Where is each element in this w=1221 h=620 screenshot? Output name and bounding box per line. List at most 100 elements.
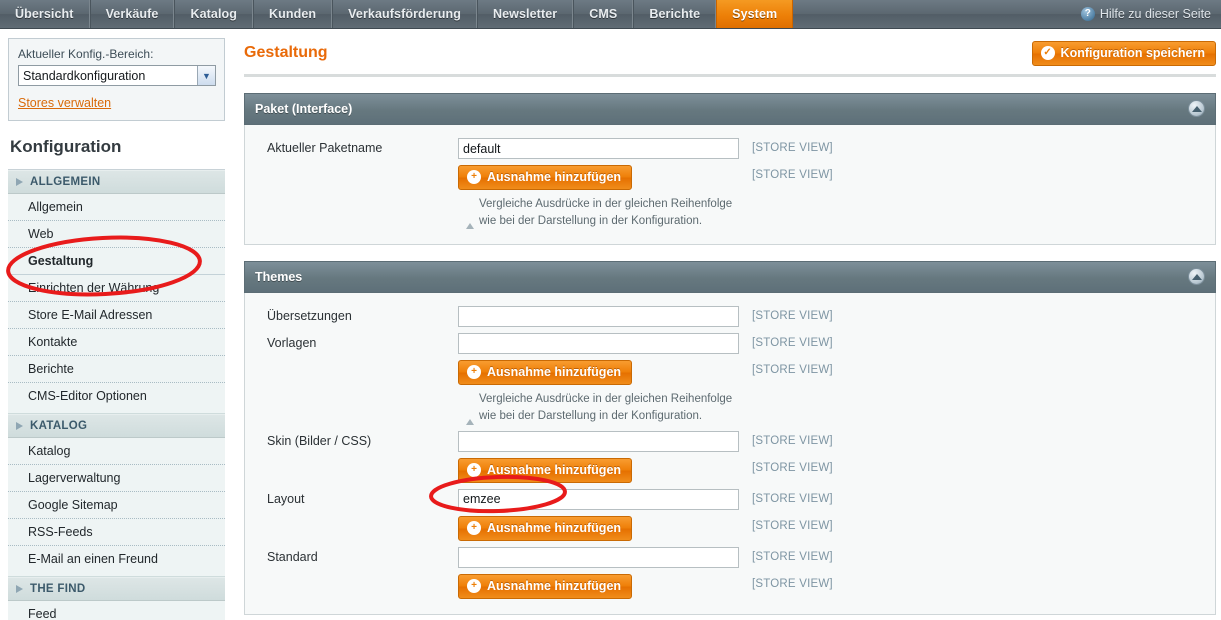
hint-triangle-icon <box>466 201 474 230</box>
field-label-empty <box>245 458 458 461</box>
add-exception-button[interactable]: + Ausnahme hinzufügen <box>458 515 633 541</box>
field-label: Skin (Bilder / CSS) <box>267 433 372 448</box>
help-link[interactable]: ? Hilfe zu dieser Seite <box>1080 0 1221 28</box>
vorlagen-input[interactable] <box>458 333 739 355</box>
nav-item-kunden[interactable]: Kunden <box>253 0 333 28</box>
add-exception-button[interactable]: + Ausnahme hinzufügen <box>458 165 633 190</box>
section-paket-interface-body: Aktueller Paketname [STORE VIEW] + Ausna… <box>244 125 1216 246</box>
nav-item-berichte[interactable]: Berichte <box>633 0 717 28</box>
sidebar-item-label: E-Mail an einen Freund <box>28 552 158 566</box>
sidebar-item-label: Web <box>28 227 54 241</box>
nav-group-label: ALLGEMEIN <box>30 176 101 188</box>
collapse-up-icon[interactable] <box>1188 268 1205 286</box>
section-themes-header[interactable]: Themes <box>244 261 1216 294</box>
field-label: Layout <box>267 491 305 506</box>
nav-group-the-find[interactable]: THE FIND <box>8 577 225 601</box>
field-hint-text: Vergleiche Ausdrücke in der gleichen Rei… <box>479 393 733 423</box>
layout-input[interactable] <box>458 488 739 510</box>
main-content: Gestaltung ✓ Konfiguration speichern Pak… <box>228 29 1221 620</box>
sidebar-item-berichte[interactable]: Berichte <box>8 356 225 383</box>
sidebar-item-web[interactable]: Web <box>8 221 225 248</box>
sidebar-item-email-an-einen-freund[interactable]: E-Mail an einen Freund <box>8 546 225 572</box>
field-row-standard: Standard [STORE VIEW] <box>245 544 1215 571</box>
nav-item-cms[interactable]: CMS <box>573 0 634 28</box>
field-row-layout-add-exception: + Ausnahme hinzufügen [STORE VIEW] <box>245 513 1215 544</box>
nav-group-katalog[interactable]: KATALOG <box>8 414 225 438</box>
standard-input[interactable] <box>458 546 739 568</box>
sidebar-item-store-email-adressen[interactable]: Store E-Mail Adressen <box>8 302 225 329</box>
field-label: Vorlagen <box>267 336 317 351</box>
sidebar-item-einrichten-der-waehrung[interactable]: Einrichten der Währung <box>8 275 225 302</box>
nav-item-label: Verkäufe <box>105 7 159 21</box>
add-exception-button-label: Ausnahme hinzufügen <box>487 520 622 535</box>
sidebar-item-lagerverwaltung[interactable]: Lagerverwaltung <box>8 465 225 492</box>
scope-tag: [STORE VIEW] <box>752 364 833 377</box>
hint-triangle-icon <box>466 396 474 425</box>
field-hint: Vergleiche Ausdrücke in der gleichen Rei… <box>458 385 743 425</box>
sidebar-item-cms-editor-optionen[interactable]: CMS-Editor Optionen <box>8 383 225 409</box>
nav-item-label: Verkaufsförderung <box>348 7 461 21</box>
sidebar-item-google-sitemap[interactable]: Google Sitemap <box>8 492 225 519</box>
nav-item-label: Katalog <box>190 7 238 21</box>
configuration-heading: Konfiguration <box>8 121 225 170</box>
page-title: Gestaltung <box>244 44 328 61</box>
scope-tag: [STORE VIEW] <box>752 550 833 563</box>
nav-item-label: CMS <box>589 7 618 21</box>
sidebar-item-feed[interactable]: Feed <box>8 601 225 620</box>
sidebar-item-kontakte[interactable]: Kontakte <box>8 329 225 356</box>
scope-tag: [STORE VIEW] <box>752 337 833 350</box>
nav-item-verkaufsfoerderung[interactable]: Verkaufsförderung <box>332 0 477 28</box>
add-exception-button-label: Ausnahme hinzufügen <box>487 578 622 593</box>
section-paket-interface-header[interactable]: Paket (Interface) <box>244 93 1216 125</box>
aktueller-paketname-input[interactable] <box>458 138 739 159</box>
collapse-up-icon[interactable] <box>1188 100 1205 117</box>
nav-item-newsletter[interactable]: Newsletter <box>477 0 574 28</box>
field-hint: Vergleiche Ausdrücke in der gleichen Rei… <box>458 190 743 230</box>
field-row-skin: Skin (Bilder / CSS) [STORE VIEW] <box>245 428 1215 455</box>
nav-group-the-find-items: Feed <box>8 601 225 620</box>
scope-tag: [STORE VIEW] <box>752 461 833 474</box>
sidebar-item-label: Google Sitemap <box>28 498 118 512</box>
help-link-label: Hilfe zu dieser Seite <box>1099 7 1211 21</box>
field-label-empty <box>245 516 458 519</box>
field-label-empty <box>245 574 458 577</box>
nav-item-verkaeufe[interactable]: Verkäufe <box>89 0 175 28</box>
nav-group-allgemein[interactable]: ALLGEMEIN <box>8 170 225 194</box>
sidebar-item-katalog[interactable]: Katalog <box>8 438 225 465</box>
sidebar-item-label: Katalog <box>28 444 71 458</box>
scope-tag: [STORE VIEW] <box>752 434 833 447</box>
sidebar-item-allgemein[interactable]: Allgemein <box>8 194 225 221</box>
sidebar-item-label: Einrichten der Währung <box>28 281 160 295</box>
sidebar-item-label: RSS-Feeds <box>28 525 93 539</box>
field-row-skin-add-exception: + Ausnahme hinzufügen [STORE VIEW] <box>245 455 1215 486</box>
add-exception-button[interactable]: + Ausnahme hinzufügen <box>458 457 633 483</box>
nav-item-label: System <box>732 7 778 21</box>
nav-item-system[interactable]: System <box>716 0 794 28</box>
store-scope-select[interactable]: Standardkonfiguration ▼ <box>18 65 216 86</box>
nav-group-katalog-items: Katalog Lagerverwaltung Google Sitemap R… <box>8 438 225 577</box>
add-exception-button[interactable]: + Ausnahme hinzufügen <box>458 573 633 599</box>
add-exception-button[interactable]: + Ausnahme hinzufügen <box>458 360 633 386</box>
sidebar-item-label: Lagerverwaltung <box>28 471 121 485</box>
sidebar-item-label: Store E-Mail Adressen <box>28 308 153 322</box>
section-themes: Themes Übersetzungen [STORE VIEW] Vorlag… <box>244 261 1216 615</box>
content-header: Gestaltung ✓ Konfiguration speichern <box>244 41 1216 77</box>
save-config-button[interactable]: ✓ Konfiguration speichern <box>1031 41 1216 66</box>
scope-tag: [STORE VIEW] <box>752 519 833 532</box>
plus-circle-icon: + <box>467 170 481 184</box>
save-config-button-label: Konfiguration speichern <box>1060 46 1205 60</box>
section-paket-interface: Paket (Interface) Aktueller Paketname [S… <box>244 93 1216 246</box>
sidebar-item-label: CMS-Editor Optionen <box>28 389 147 403</box>
nav-item-uebersicht[interactable]: Übersicht <box>0 0 90 28</box>
nav-group-label: KATALOG <box>30 420 88 432</box>
sidebar-item-gestaltung[interactable]: Gestaltung <box>8 248 225 275</box>
nav-item-label: Übersicht <box>15 7 74 21</box>
field-label-empty <box>245 165 458 168</box>
sidebar-item-rss-feeds[interactable]: RSS-Feeds <box>8 519 225 546</box>
manage-stores-link[interactable]: Stores verwalten <box>18 96 111 110</box>
sidebar-item-label: Allgemein <box>28 200 83 214</box>
nav-item-katalog[interactable]: Katalog <box>174 0 254 28</box>
uebersetzungen-input[interactable] <box>458 306 739 328</box>
scope-tag: [STORE VIEW] <box>752 310 833 323</box>
skin-input[interactable] <box>458 430 739 452</box>
